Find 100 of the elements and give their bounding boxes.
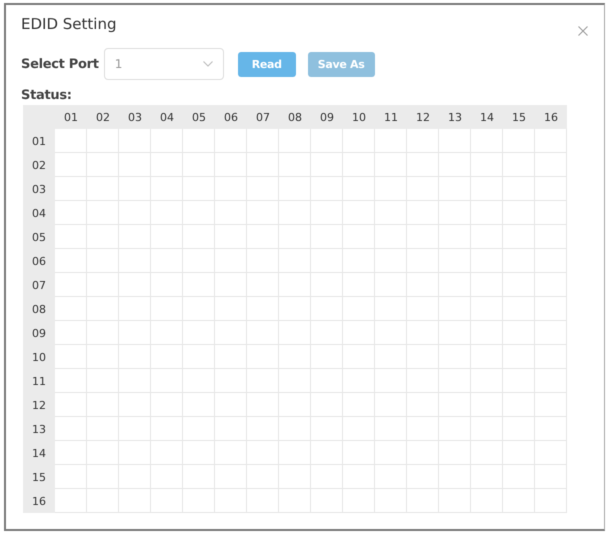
row-header: 04: [23, 201, 55, 225]
table-cell: [215, 297, 247, 321]
table-cell: [247, 465, 279, 489]
close-icon[interactable]: [578, 26, 588, 36]
column-header: 04: [151, 105, 183, 129]
table-cell: [247, 369, 279, 393]
table-cell: [151, 225, 183, 249]
table-cell: [151, 417, 183, 441]
row-header: 12: [23, 393, 55, 417]
column-header: 09: [311, 105, 343, 129]
table-cell: [183, 177, 215, 201]
table-cell: [183, 465, 215, 489]
table-cell: [151, 201, 183, 225]
action-button[interactable]: Read: [238, 52, 296, 76]
table-cell: [119, 345, 151, 369]
column-header: 14: [471, 105, 503, 129]
row-header: 05: [23, 225, 55, 249]
table-cell: [535, 225, 567, 249]
table-cell: [311, 249, 343, 273]
column-header: 13: [439, 105, 471, 129]
table-cell: [407, 345, 439, 369]
table-cell: [311, 153, 343, 177]
table-cell: [215, 393, 247, 417]
table-cell: [247, 129, 279, 153]
table-cell: [375, 369, 407, 393]
table-cell: [535, 177, 567, 201]
table-cell: [503, 345, 535, 369]
table-cell: [503, 393, 535, 417]
table-cell: [311, 417, 343, 441]
table-cell: [215, 489, 247, 513]
table-cell: [503, 489, 535, 513]
table-cell: [183, 201, 215, 225]
table-cell: [407, 321, 439, 345]
table-cell: [119, 369, 151, 393]
table-cell: [119, 177, 151, 201]
table-cell: [503, 177, 535, 201]
table-cell: [279, 441, 311, 465]
table-cell: [119, 225, 151, 249]
row-header: 11: [23, 369, 55, 393]
table-cell: [375, 345, 407, 369]
table-cell: [247, 489, 279, 513]
table-cell: [471, 393, 503, 417]
table-cell: [343, 201, 375, 225]
table-cell: [471, 489, 503, 513]
table-cell: [471, 417, 503, 441]
table-cell: [471, 441, 503, 465]
row-header: 02: [23, 153, 55, 177]
table-cell: [535, 201, 567, 225]
table-cell: [119, 489, 151, 513]
table-cell: [87, 201, 119, 225]
table-cell: [183, 369, 215, 393]
table-cell: [55, 129, 87, 153]
table-cell: [279, 465, 311, 489]
table-cell: [535, 417, 567, 441]
table-cell: [343, 417, 375, 441]
table-cell: [119, 249, 151, 273]
table-cell: [439, 321, 471, 345]
table-cell: [535, 393, 567, 417]
row-header: 09: [23, 321, 55, 345]
table-cell: [439, 225, 471, 249]
table-cell: [471, 297, 503, 321]
table-cell: [279, 225, 311, 249]
table-cell: [247, 177, 279, 201]
table-cell: [439, 201, 471, 225]
port-select[interactable]: 1: [104, 48, 224, 80]
table-cell: [535, 153, 567, 177]
row-header: 07: [23, 273, 55, 297]
table-cell: [119, 273, 151, 297]
table-cell: [439, 129, 471, 153]
table-cell: [375, 393, 407, 417]
table-cell: [407, 225, 439, 249]
table-cell: [279, 201, 311, 225]
table-cell: [55, 297, 87, 321]
table-cell: [279, 249, 311, 273]
row-header: 03: [23, 177, 55, 201]
table-cell: [343, 273, 375, 297]
table-cell: [119, 129, 151, 153]
table-cell: [215, 369, 247, 393]
table-cell: [183, 225, 215, 249]
column-header: 12: [407, 105, 439, 129]
table-cell: [215, 201, 247, 225]
table-cell: [439, 441, 471, 465]
table-cell: [215, 249, 247, 273]
table-cell: [55, 225, 87, 249]
table-cell: [471, 465, 503, 489]
table-cell: [247, 153, 279, 177]
table-cell: [311, 321, 343, 345]
table-cell: [215, 129, 247, 153]
table-cell: [279, 489, 311, 513]
table-cell: [247, 321, 279, 345]
column-header: 07: [247, 105, 279, 129]
table-cell: [535, 297, 567, 321]
table-cell: [503, 441, 535, 465]
table-cell: [311, 393, 343, 417]
table-cell: [343, 249, 375, 273]
table-cell: [183, 345, 215, 369]
table-cell: [407, 177, 439, 201]
table-cell: [247, 201, 279, 225]
table-cell: [247, 441, 279, 465]
table-cell: [375, 129, 407, 153]
